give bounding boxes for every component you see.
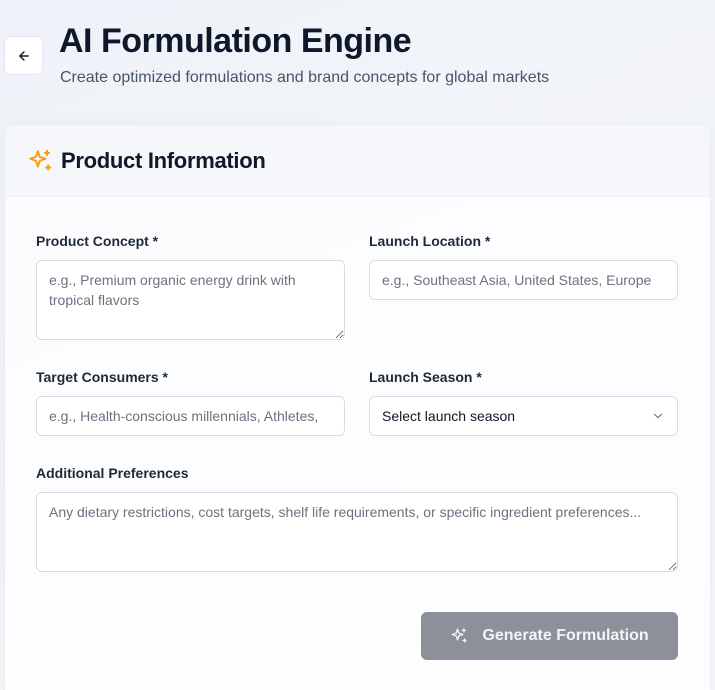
card-header: Product Information [5,125,710,197]
product-information-card: Product Information Product Concept * La… [4,124,711,690]
launch-location-label: Launch Location * [369,233,491,249]
page-subtitle: Create optimized formulations and brand … [60,69,550,86]
chevron-down-icon [653,413,663,419]
additional-preferences-label: Additional Preferences [36,465,189,481]
product-concept-label: Product Concept * [36,233,159,249]
page-title: AI Formulation Engine [59,22,412,60]
target-consumers-label: Target Consumers * [36,369,168,385]
generate-formulation-label: Generate Formulation [482,627,649,644]
product-concept-input[interactable] [36,260,345,340]
sparkles-icon [451,628,468,643]
card-title: Product Information [61,147,266,173]
launch-season-select[interactable]: Select launch season [369,396,678,436]
launch-location-input[interactable] [369,260,678,300]
page: AI Formulation Engine Create optimized f… [0,0,715,690]
target-consumers-input[interactable] [36,396,345,436]
launch-season-selected: Select launch season [382,408,516,424]
additional-preferences-input[interactable] [36,492,678,572]
arrow-left-icon [18,50,29,61]
back-button[interactable] [4,36,43,75]
launch-season-label: Launch Season * [369,369,482,385]
generate-formulation-button[interactable]: Generate Formulation [421,612,678,660]
sparkles-icon [29,149,52,171]
